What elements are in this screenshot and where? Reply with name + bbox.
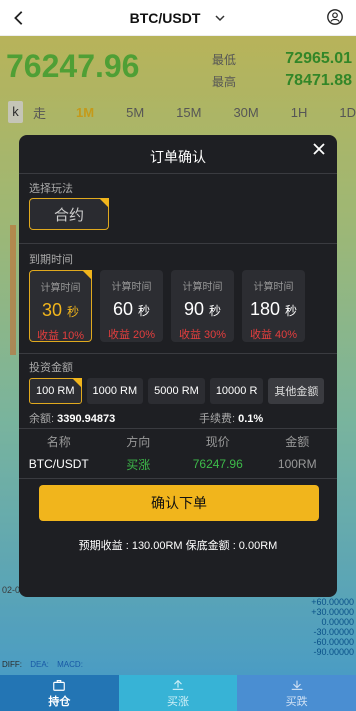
amount-option-100[interactable]: 100 RM: [29, 378, 82, 404]
cell-amount: 100RM: [277, 457, 317, 471]
selected-corner: [82, 270, 92, 280]
duration-calc-label: 计算时间: [182, 282, 223, 293]
duration-seconds: 60 秒: [112, 299, 151, 319]
top-bar: BTC/USDT: [0, 0, 356, 36]
duration-calc-label: 计算时间: [253, 282, 294, 293]
chevron-down-icon: [215, 14, 225, 21]
fee: 手续费: 0.1%: [199, 410, 263, 426]
table-row: BTC/USDT 买涨 76247.96 100RM: [19, 452, 337, 476]
col-name: 名称: [46, 434, 71, 449]
duration-option-90[interactable]: 计算时间 90 秒 收益 30%: [171, 270, 234, 342]
cell-direction: 买涨: [126, 457, 151, 472]
divider: [19, 353, 337, 354]
balance-label: 余额:: [29, 413, 55, 425]
balance-value: 3390.94873: [57, 413, 116, 425]
balance: 余额: 3390.94873: [29, 410, 115, 426]
amount-option-10000[interactable]: 10000 R: [209, 378, 264, 404]
cell-name: BTC/USDT: [28, 457, 89, 471]
selected-corner: [99, 198, 109, 208]
pair-title: BTC/USDT: [129, 9, 201, 26]
duration-options: 计算时间 30 秒 收益 10% 计算时间 60 秒 收益 20% 计算时间 9…: [29, 270, 329, 342]
order-confirm-modal: 订单确认 选择玩法 合约 到期时间 计算时间 30 秒 收益 10% 计算时间 …: [19, 135, 337, 597]
cell-price: 76247.96: [192, 457, 243, 471]
col-amount: 金额: [285, 434, 310, 449]
tab-buy-down[interactable]: 买跌: [237, 675, 356, 711]
table-header: 名称 方向 现价 金额: [19, 430, 337, 452]
duration-option-180[interactable]: 计算时间 180 秒 收益 40%: [242, 270, 305, 342]
duration-profit: 收益 20%: [107, 329, 156, 341]
other-amount-button[interactable]: 其他金额: [268, 378, 325, 404]
duration-calc-label: 计算时间: [40, 283, 81, 294]
expire-label: 到期时间: [29, 254, 73, 266]
user-icon[interactable]: [326, 8, 344, 26]
tab-buy-up-label: 买涨: [167, 695, 189, 708]
divider: [19, 478, 337, 479]
duration-option-60[interactable]: 计算时间 60 秒 收益 20%: [100, 270, 163, 342]
arrow-up-icon: [172, 679, 184, 690]
amount-label: 投资金额: [29, 362, 73, 374]
modal-title: 订单确认: [150, 149, 206, 165]
fee-value: 0.1%: [238, 413, 264, 425]
contract-option[interactable]: 合约: [29, 198, 109, 230]
selected-corner: [71, 378, 82, 388]
duration-profit: 收益 40%: [249, 329, 298, 341]
divider: [19, 428, 337, 429]
tab-hold-label: 持仓: [48, 695, 71, 708]
duration-option-30[interactable]: 计算时间 30 秒 收益 10%: [29, 270, 92, 342]
tab-buy-down-label: 买跌: [285, 695, 308, 708]
briefcase-icon: [53, 679, 66, 691]
fee-label: 手续费:: [199, 413, 236, 425]
back-arrow-icon[interactable]: [10, 9, 28, 27]
duration-profit: 收益 10%: [36, 330, 85, 342]
tab-buy-up[interactable]: 买涨: [118, 675, 238, 711]
tab-hold[interactable]: 持仓: [0, 675, 119, 711]
order-summary-text: 预期收益 : 130.00RM 保底金额 : 0.00RM: [78, 540, 278, 552]
arrow-down-icon: [291, 680, 302, 690]
amount-option-5000[interactable]: 5000 RM: [148, 378, 205, 404]
amount-options: 100 RM 1000 RM 5000 RM 10000 R 其他金额: [29, 378, 337, 404]
order-summary-table: 名称 方向 现价 金额 BTC/USDT 买涨 76247.96 100RM: [19, 430, 337, 476]
market-selector[interactable]: BTC/USDT: [130, 10, 227, 26]
duration-seconds: 30 秒: [41, 300, 80, 320]
col-price: 现价: [205, 434, 230, 449]
confirm-order-button[interactable]: 确认下单: [39, 485, 319, 521]
duration-profit: 收益 30%: [178, 329, 227, 341]
amount-option-1000[interactable]: 1000 RM: [86, 378, 144, 404]
divider: [19, 243, 337, 244]
divider: [19, 173, 337, 174]
close-icon[interactable]: [311, 141, 327, 157]
duration-seconds: 90 秒: [183, 299, 222, 319]
bottom-nav: 持仓 买涨 买跌: [0, 675, 356, 711]
contract-label: 合约: [53, 206, 84, 224]
duration-seconds: 180 秒: [249, 299, 298, 319]
duration-calc-label: 计算时间: [111, 282, 152, 293]
col-direction: 方向: [126, 434, 151, 449]
play-label: 选择玩法: [29, 183, 73, 195]
